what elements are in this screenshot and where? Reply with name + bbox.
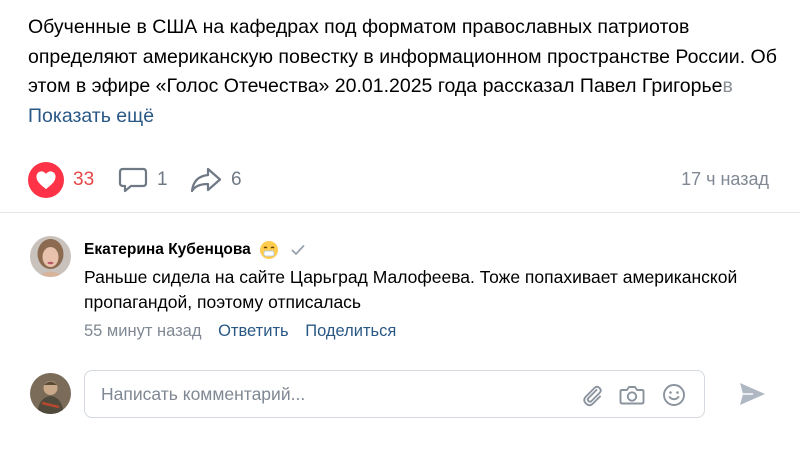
comment-button[interactable]: 1 xyxy=(118,160,168,200)
post-text: Обученные в США на кафедрах под форматом… xyxy=(28,13,788,131)
comment-text: Раньше сидела на сайте Царьград Малофеев… xyxy=(84,267,738,312)
post-time[interactable]: 17 ч назад xyxy=(681,169,769,190)
comment-composer xyxy=(0,370,800,420)
smile-icon[interactable] xyxy=(661,382,687,408)
post-actions: 33 1 6 17 ч назад xyxy=(0,160,800,200)
share-icon xyxy=(190,167,222,193)
comment-author-name[interactable]: Екатерина Кубенцова xyxy=(84,241,251,259)
comment-time[interactable]: 55 минут назад xyxy=(84,322,201,340)
like-button[interactable]: 33 xyxy=(28,160,94,200)
user-avatar[interactable] xyxy=(30,373,71,414)
paperclip-icon[interactable] xyxy=(579,382,605,408)
comment-count: 1 xyxy=(157,169,168,190)
comment-meta: 55 минут назад Ответить Поделиться xyxy=(84,322,396,341)
comment-author[interactable]: Екатерина Кубенцова xyxy=(84,240,305,260)
show-more-link[interactable]: Показать ещё xyxy=(28,105,154,127)
like-count: 33 xyxy=(73,169,95,190)
share-count: 6 xyxy=(231,169,242,190)
comment-input[interactable] xyxy=(101,371,571,417)
send-icon[interactable] xyxy=(737,379,767,409)
comment-input-box xyxy=(84,370,705,418)
emoji-face-icon xyxy=(259,240,279,260)
verified-check-icon xyxy=(291,244,305,256)
share-button[interactable]: 6 xyxy=(190,160,242,200)
share-link[interactable]: Поделиться xyxy=(305,322,396,340)
camera-icon[interactable] xyxy=(619,382,645,408)
comment-icon xyxy=(118,167,148,193)
heart-icon xyxy=(36,171,56,190)
divider xyxy=(0,212,800,213)
post-text-main: Обученные в США на кафедрах под форматом… xyxy=(28,16,777,97)
post-text-fade: в xyxy=(722,75,733,97)
reply-link[interactable]: Ответить xyxy=(218,322,289,340)
like-indicator xyxy=(28,162,64,198)
avatar[interactable] xyxy=(30,236,71,277)
